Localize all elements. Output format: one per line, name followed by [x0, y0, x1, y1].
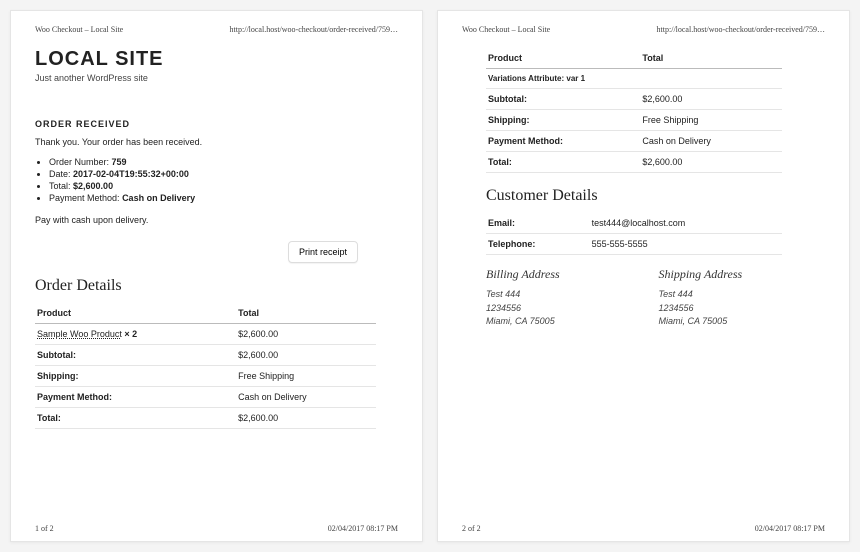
- page-number: 2 of 2: [462, 524, 481, 533]
- thankyou-text: Thank you. Your order has been received.: [35, 137, 398, 147]
- shipping-value: Free Shipping: [640, 110, 782, 131]
- shipping-label: Shipping:: [486, 110, 640, 131]
- addr-line: Miami, CA 75005: [659, 315, 802, 329]
- order-details-table: Product Total Sample Woo Product × 2 $2,…: [35, 303, 376, 429]
- site-tagline: Just another WordPress site: [35, 73, 398, 83]
- table-row: Payment Method: Cash on Delivery: [35, 387, 376, 408]
- table-row: Subtotal: $2,600.00: [35, 345, 376, 366]
- shipping-label: Shipping:: [35, 366, 236, 387]
- addr-line: Test 444: [486, 288, 629, 302]
- table-row: Total: $2,600.00: [35, 408, 376, 429]
- order-meta-list: Order Number: 759 Date: 2017-02-04T19:55…: [35, 157, 398, 205]
- page-header-url: http://local.host/woo-checkout/order-rec…: [230, 25, 398, 34]
- payment-method-value: Cash on Delivery: [236, 387, 376, 408]
- payment-note: Pay with cash upon delivery.: [35, 215, 398, 225]
- list-item: Date: 2017-02-04T19:55:32+00:00: [49, 169, 398, 179]
- email-label: Email:: [486, 213, 590, 234]
- table-row: Payment Method: Cash on Delivery: [486, 131, 782, 152]
- col-product: Product: [35, 303, 236, 324]
- product-qty: × 2: [122, 329, 137, 339]
- site-title: LOCAL SITE: [35, 48, 398, 71]
- grand-total-value: $2,600.00: [640, 152, 782, 173]
- table-row: Total: $2,600.00: [486, 152, 782, 173]
- shipping-value: Free Shipping: [236, 366, 376, 387]
- addr-line: Miami, CA 75005: [486, 315, 629, 329]
- order-total: $2,600.00: [73, 181, 113, 191]
- order-date: 2017-02-04T19:55:32+00:00: [73, 169, 189, 179]
- subtotal-label: Subtotal:: [486, 89, 640, 110]
- col-total: Total: [236, 303, 376, 324]
- billing-address-heading: Billing Address: [486, 267, 629, 282]
- phone-label: Telephone:: [486, 234, 590, 255]
- page-header-url: http://local.host/woo-checkout/order-rec…: [657, 25, 825, 34]
- phone-value: 555-555-5555: [590, 234, 782, 255]
- order-details-table-cont: Product Total Variations Attribute: var …: [486, 48, 782, 173]
- order-number-label: Order Number:: [49, 157, 109, 167]
- print-timestamp: 02/04/2017 08:17 PM: [755, 524, 825, 533]
- payment-method-label: Payment Method:: [486, 131, 640, 152]
- col-total: Total: [640, 48, 782, 69]
- customer-details-heading: Customer Details: [486, 187, 801, 205]
- shipping-address: Test 444 1234556 Miami, CA 75005: [659, 288, 802, 329]
- billing-address: Test 444 1234556 Miami, CA 75005: [486, 288, 629, 329]
- list-item: Total: $2,600.00: [49, 181, 398, 191]
- order-details-heading: Order Details: [35, 277, 398, 295]
- list-item: Order Number: 759: [49, 157, 398, 167]
- customer-details-table: Email: test444@localhost.com Telephone: …: [486, 213, 782, 255]
- col-product: Product: [486, 48, 640, 69]
- email-value: test444@localhost.com: [590, 213, 782, 234]
- variation-line: Variations Attribute: var 1: [486, 69, 782, 89]
- print-page-2: Woo Checkout – Local Site http://local.h…: [437, 10, 850, 542]
- subtotal-value: $2,600.00: [640, 89, 782, 110]
- product-total: $2,600.00: [236, 324, 376, 345]
- table-row: Telephone: 555-555-5555: [486, 234, 782, 255]
- subtotal-value: $2,600.00: [236, 345, 376, 366]
- grand-total-label: Total:: [35, 408, 236, 429]
- page-header-title: Woo Checkout – Local Site: [462, 25, 550, 34]
- addr-line: 1234556: [659, 302, 802, 316]
- print-receipt-button[interactable]: Print receipt: [288, 241, 358, 263]
- list-item: Payment Method: Cash on Delivery: [49, 193, 398, 203]
- order-number: 759: [112, 157, 127, 167]
- table-row: Shipping: Free Shipping: [486, 110, 782, 131]
- payment-method-value: Cash on Delivery: [640, 131, 782, 152]
- page-number: 1 of 2: [35, 524, 54, 533]
- table-row: Variations Attribute: var 1: [486, 69, 782, 89]
- page-header-title: Woo Checkout – Local Site: [35, 25, 123, 34]
- order-received-heading: ORDER RECEIVED: [35, 119, 398, 129]
- grand-total-value: $2,600.00: [236, 408, 376, 429]
- print-page-1: Woo Checkout – Local Site http://local.h…: [10, 10, 423, 542]
- table-row: Subtotal: $2,600.00: [486, 89, 782, 110]
- grand-total-label: Total:: [486, 152, 640, 173]
- table-row: Sample Woo Product × 2 $2,600.00: [35, 324, 376, 345]
- addr-line: 1234556: [486, 302, 629, 316]
- shipping-address-heading: Shipping Address: [659, 267, 802, 282]
- order-total-label: Total:: [49, 181, 71, 191]
- product-name[interactable]: Sample Woo Product: [37, 329, 122, 339]
- payment-method-label: Payment Method:: [35, 387, 236, 408]
- order-payment: Cash on Delivery: [122, 193, 195, 203]
- table-row: Shipping: Free Shipping: [35, 366, 376, 387]
- order-payment-label: Payment Method:: [49, 193, 120, 203]
- table-row: Email: test444@localhost.com: [486, 213, 782, 234]
- subtotal-label: Subtotal:: [35, 345, 236, 366]
- print-timestamp: 02/04/2017 08:17 PM: [328, 524, 398, 533]
- addr-line: Test 444: [659, 288, 802, 302]
- order-date-label: Date:: [49, 169, 71, 179]
